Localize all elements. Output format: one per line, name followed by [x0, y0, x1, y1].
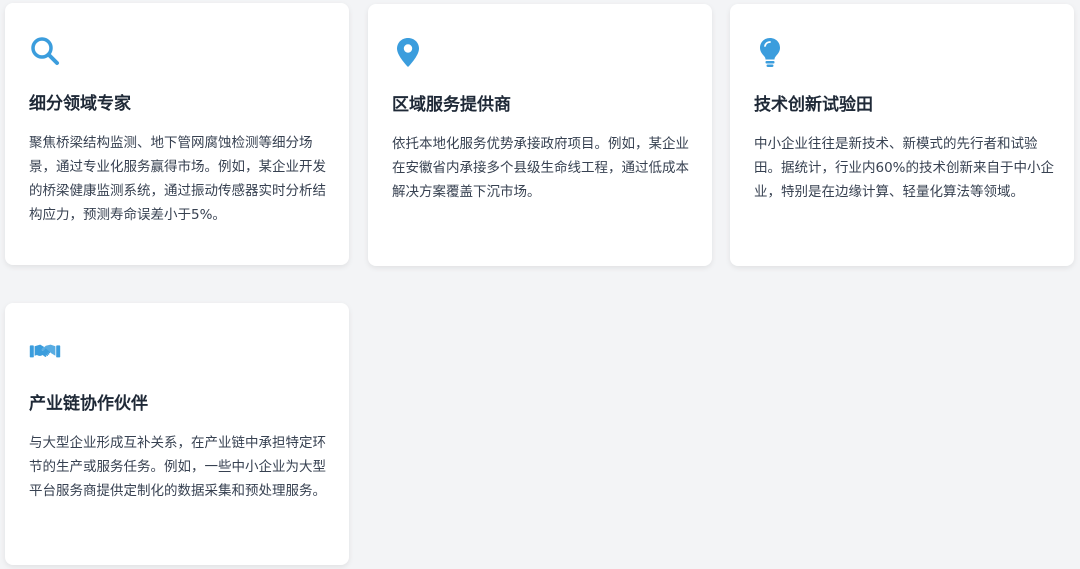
card-regional-provider: 区域服务提供商 依托本地化服务优势承接政府项目。例如，某企业在安徽省内承接多个县… — [368, 4, 712, 266]
card-innovation-testbed: 技术创新试验田 中小企业往往是新技术、新模式的先行者和试验田。据统计，行业内60… — [730, 4, 1074, 266]
search-icon — [29, 35, 61, 67]
handshake-icon — [29, 335, 61, 367]
card-title: 产业链协作伙伴 — [29, 394, 148, 414]
card-title: 细分领域专家 — [29, 94, 131, 114]
location-pin-icon — [392, 36, 424, 68]
card-title: 技术创新试验田 — [754, 95, 873, 115]
card-description: 与大型企业形成互补关系，在产业链中承担特定环节的生产或服务任务。例如，一些中小企… — [29, 435, 326, 499]
card-description: 聚焦桥梁结构监测、地下管网腐蚀检测等细分场景，通过专业化服务赢得市场。例如，某企… — [29, 135, 326, 223]
lightbulb-icon — [754, 36, 786, 68]
card-title: 区域服务提供商 — [392, 95, 511, 115]
card-industry-partner: 产业链协作伙伴 与大型企业形成互补关系，在产业链中承担特定环节的生产或服务任务。… — [5, 303, 349, 565]
card-segment-expert: 细分领域专家 聚焦桥梁结构监测、地下管网腐蚀检测等细分场景，通过专业化服务赢得市… — [5, 3, 349, 265]
card-description: 依托本地化服务优势承接政府项目。例如，某企业在安徽省内承接多个县级生命线工程，通… — [392, 136, 689, 200]
card-description: 中小企业往往是新技术、新模式的先行者和试验田。据统计，行业内60%的技术创新来自… — [754, 136, 1055, 200]
